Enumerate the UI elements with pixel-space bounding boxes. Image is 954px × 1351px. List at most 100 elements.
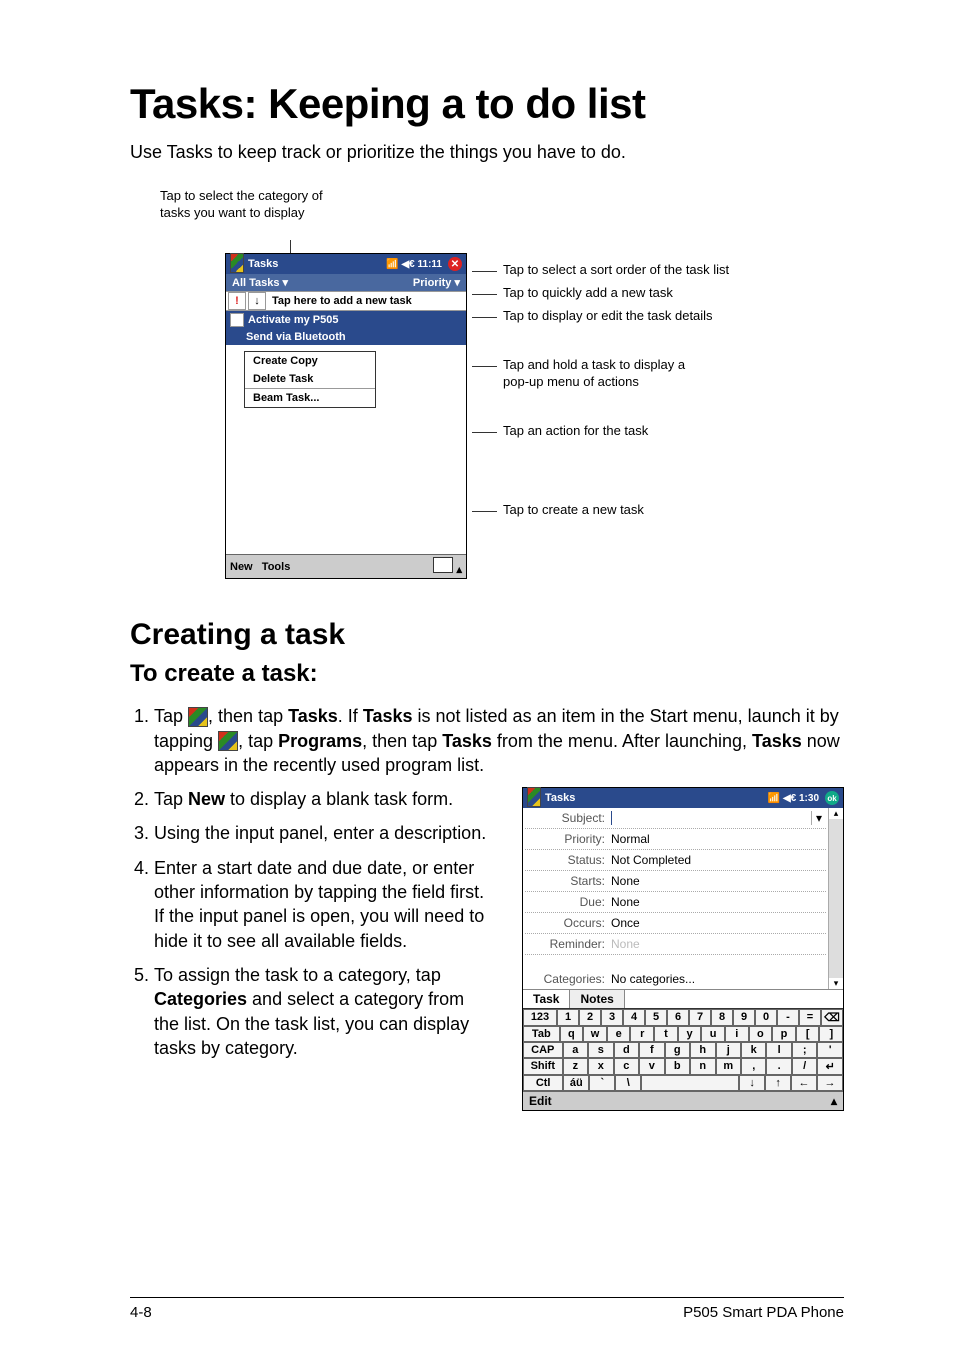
- starts-field[interactable]: None: [611, 874, 826, 888]
- tools-menu[interactable]: Tools: [262, 561, 291, 573]
- key[interactable]: g: [665, 1042, 690, 1058]
- key[interactable]: CAP: [523, 1042, 563, 1058]
- key[interactable]: t: [654, 1026, 678, 1042]
- key[interactable]: l: [766, 1042, 791, 1058]
- sip-up-icon[interactable]: ▴: [456, 564, 462, 576]
- key[interactable]: 1: [557, 1009, 579, 1026]
- categories-field[interactable]: No categories...: [611, 972, 826, 986]
- starts-label: Starts:: [525, 874, 611, 888]
- key[interactable]: 0: [755, 1009, 777, 1026]
- key[interactable]: j: [716, 1042, 741, 1058]
- subject-dropdown-icon[interactable]: ▾: [811, 811, 826, 825]
- key[interactable]: c: [614, 1058, 639, 1075]
- key[interactable]: n: [690, 1058, 715, 1075]
- key[interactable]: y: [678, 1026, 702, 1042]
- menu-beam-task[interactable]: Beam Task...: [245, 389, 375, 407]
- scroll-up-icon[interactable]: ▴: [834, 808, 839, 819]
- key[interactable]: `: [589, 1075, 615, 1091]
- key[interactable]: ,: [741, 1058, 766, 1075]
- key[interactable]: b: [665, 1058, 690, 1075]
- add-task-row[interactable]: ! ↓ Tap here to add a new task: [226, 291, 466, 311]
- key[interactable]: q: [560, 1026, 584, 1042]
- key[interactable]: -: [777, 1009, 799, 1026]
- key[interactable]: áü: [563, 1075, 589, 1091]
- category-filter[interactable]: All Tasks ▾: [232, 276, 288, 289]
- close-icon[interactable]: ✕: [448, 257, 462, 271]
- keyboard-icon[interactable]: [433, 557, 453, 573]
- sip-up-icon[interactable]: ▴: [831, 1094, 837, 1108]
- task-checkbox[interactable]: [230, 313, 244, 327]
- due-field[interactable]: None: [611, 895, 826, 909]
- key[interactable]: /: [792, 1058, 817, 1075]
- device2-titlebar[interactable]: Tasks 📶 ◀€ 1:30 ok: [523, 788, 843, 808]
- start-menu-icon[interactable]: [527, 791, 541, 805]
- key[interactable]: r: [630, 1026, 654, 1042]
- key[interactable]: ↑: [765, 1075, 791, 1091]
- edit-menu[interactable]: Edit: [529, 1094, 552, 1108]
- key[interactable]: →: [817, 1075, 843, 1091]
- key[interactable]: k: [741, 1042, 766, 1058]
- tab-notes[interactable]: Notes: [570, 990, 624, 1008]
- key[interactable]: Shift: [523, 1058, 563, 1075]
- key[interactable]: 8: [711, 1009, 733, 1026]
- key[interactable]: 7: [689, 1009, 711, 1026]
- reminder-field[interactable]: None: [611, 937, 826, 951]
- key[interactable]: 2: [579, 1009, 601, 1026]
- key[interactable]: 6: [667, 1009, 689, 1026]
- key[interactable]: .: [766, 1058, 791, 1075]
- priority-field[interactable]: Normal: [611, 832, 826, 846]
- task-row[interactable]: Send via Bluetooth: [226, 329, 466, 345]
- key[interactable]: d: [614, 1042, 639, 1058]
- key[interactable]: Ctl: [523, 1075, 563, 1091]
- key[interactable]: a: [563, 1042, 588, 1058]
- key[interactable]: h: [690, 1042, 715, 1058]
- menu-delete-task[interactable]: Delete Task: [245, 370, 375, 388]
- key[interactable]: ↵: [817, 1058, 842, 1075]
- key[interactable]: u: [701, 1026, 725, 1042]
- key[interactable]: ⌫: [821, 1009, 843, 1026]
- key[interactable]: [: [796, 1026, 820, 1042]
- key[interactable]: p: [772, 1026, 796, 1042]
- key[interactable]: m: [716, 1058, 741, 1075]
- key[interactable]: 123: [523, 1009, 557, 1026]
- key[interactable]: o: [749, 1026, 773, 1042]
- occurs-field[interactable]: Once: [611, 916, 826, 930]
- key[interactable]: 4: [623, 1009, 645, 1026]
- scroll-down-icon[interactable]: ▾: [834, 978, 839, 989]
- priority-flag-icon[interactable]: !: [228, 292, 246, 310]
- sort-order-filter[interactable]: Priority ▾: [413, 276, 460, 289]
- signal-icon: 📶 ◀€ 11:11: [386, 259, 442, 270]
- key[interactable]: =: [799, 1009, 821, 1026]
- key[interactable]: w: [583, 1026, 607, 1042]
- key[interactable]: i: [725, 1026, 749, 1042]
- key[interactable]: e: [607, 1026, 631, 1042]
- key[interactable]: x: [588, 1058, 613, 1075]
- status-field[interactable]: Not Completed: [611, 853, 826, 867]
- device1-titlebar[interactable]: Tasks 📶 ◀€ 11:11 ✕: [226, 254, 466, 274]
- subject-field[interactable]: [611, 811, 811, 825]
- task-row-selected[interactable]: Activate my P505: [226, 311, 466, 329]
- start-menu-icon[interactable]: [230, 257, 244, 271]
- key[interactable]: ;: [792, 1042, 817, 1058]
- menu-create-copy[interactable]: Create Copy: [245, 352, 375, 370]
- new-button[interactable]: New: [230, 561, 253, 573]
- key[interactable]: z: [563, 1058, 588, 1075]
- key[interactable]: 3: [601, 1009, 623, 1026]
- key[interactable]: ': [817, 1042, 842, 1058]
- add-task-placeholder: Tap here to add a new task: [268, 295, 412, 307]
- soft-keyboard[interactable]: 1231234567890-=⌫ Tabqwertyuiop[] CAPasdf…: [523, 1008, 843, 1091]
- key[interactable]: v: [639, 1058, 664, 1075]
- key[interactable]: 5: [645, 1009, 667, 1026]
- key[interactable]: 9: [733, 1009, 755, 1026]
- key[interactable]: ]: [819, 1026, 843, 1042]
- key[interactable]: ←: [791, 1075, 817, 1091]
- tab-task[interactable]: Task: [523, 990, 570, 1008]
- key[interactable]: s: [588, 1042, 613, 1058]
- ok-icon[interactable]: ok: [825, 791, 839, 805]
- key[interactable]: \: [615, 1075, 641, 1091]
- key[interactable]: ↓: [739, 1075, 765, 1091]
- key[interactable]: f: [639, 1042, 664, 1058]
- key[interactable]: Tab: [523, 1026, 560, 1042]
- sort-arrow-icon[interactable]: ↓: [248, 292, 266, 310]
- key[interactable]: [641, 1075, 739, 1091]
